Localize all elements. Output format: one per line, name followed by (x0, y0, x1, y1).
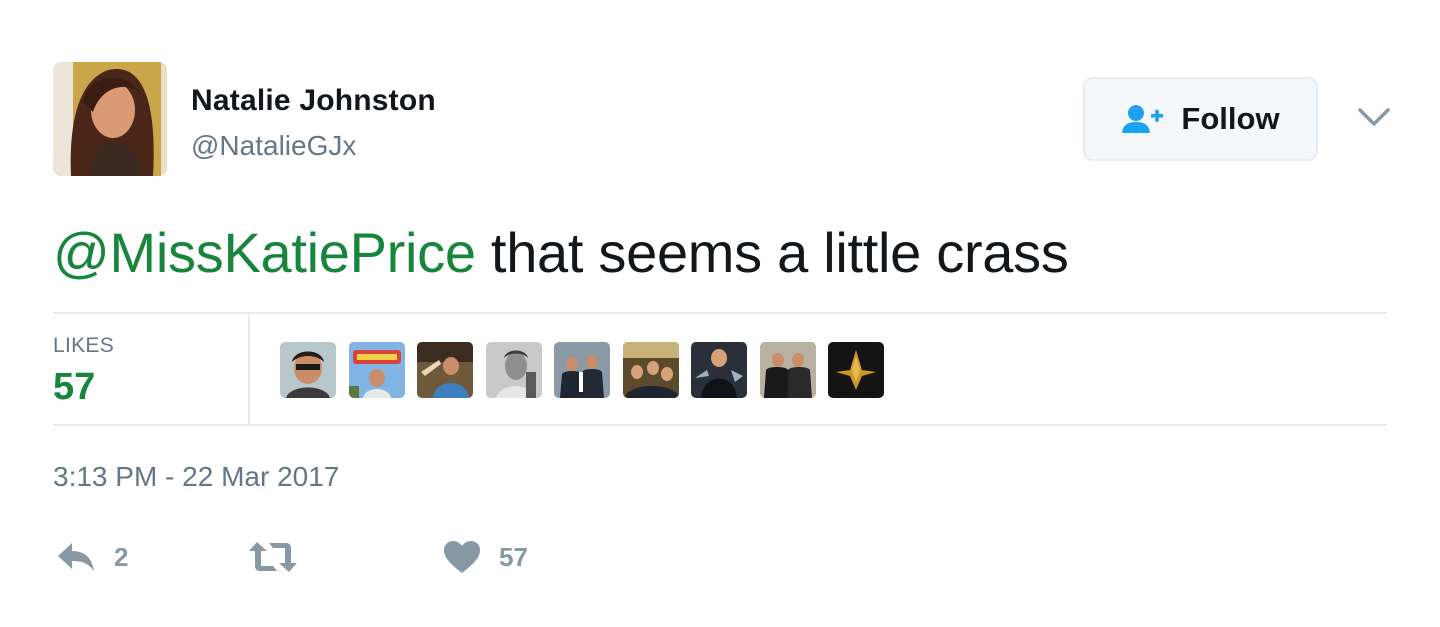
tweet-timestamp[interactable]: 3:13 PM - 22 Mar 2017 (53, 461, 339, 493)
follow-button[interactable]: Follow (1083, 77, 1318, 161)
follow-button-label: Follow (1181, 101, 1280, 136)
liker-avatar[interactable] (828, 342, 884, 398)
reply-button[interactable]: 2 (56, 533, 128, 581)
liker-3-icon (417, 342, 473, 398)
liker-avatar[interactable] (417, 342, 473, 398)
chevron-down-icon[interactable] (1355, 102, 1393, 132)
likes-count[interactable]: 57 (53, 366, 95, 409)
tweet-body: that seems a little crass (475, 221, 1069, 284)
like-count: 57 (499, 541, 528, 572)
liker-avatar[interactable] (622, 342, 679, 398)
tweet-text: @MissKatiePrice that seems a little cras… (53, 220, 1069, 285)
retweet-icon (249, 542, 297, 572)
divider (53, 424, 1387, 426)
heart-icon (444, 541, 480, 573)
likes-label[interactable]: LIKES (53, 334, 114, 358)
liker-avatar[interactable] (691, 342, 747, 398)
profile-photo-icon (53, 62, 167, 176)
author-name[interactable]: Natalie Johnston (191, 84, 436, 118)
liker-5-icon (554, 342, 610, 398)
liker-avatar[interactable] (280, 342, 336, 398)
liker-avatar[interactable] (485, 342, 542, 398)
author-handle[interactable]: @NatalieGJx (191, 130, 356, 162)
liker-avatar[interactable] (759, 342, 816, 398)
retweet-button[interactable] (247, 533, 317, 581)
reply-icon (58, 543, 94, 571)
reply-count: 2 (114, 541, 129, 572)
liker-6-icon (622, 342, 679, 398)
liker-4-icon (485, 342, 542, 398)
author-avatar[interactable] (53, 62, 167, 176)
liker-9-icon (828, 342, 884, 398)
liker-avatar[interactable] (348, 342, 405, 398)
mention-link[interactable]: @MissKatiePrice (53, 221, 476, 284)
liker-avatar[interactable] (554, 342, 610, 398)
like-button[interactable]: 57 (443, 533, 528, 581)
follow-user-icon (1122, 105, 1164, 133)
tweet-card: Natalie Johnston @NatalieGJx Follow @Mis… (0, 0, 1440, 627)
liker-1-icon (280, 342, 336, 398)
liker-8-icon (759, 342, 816, 398)
liker-7-icon (691, 342, 747, 398)
liker-avatars (280, 342, 884, 398)
divider (248, 314, 250, 424)
liker-2-icon (348, 342, 405, 398)
divider (53, 312, 1387, 314)
